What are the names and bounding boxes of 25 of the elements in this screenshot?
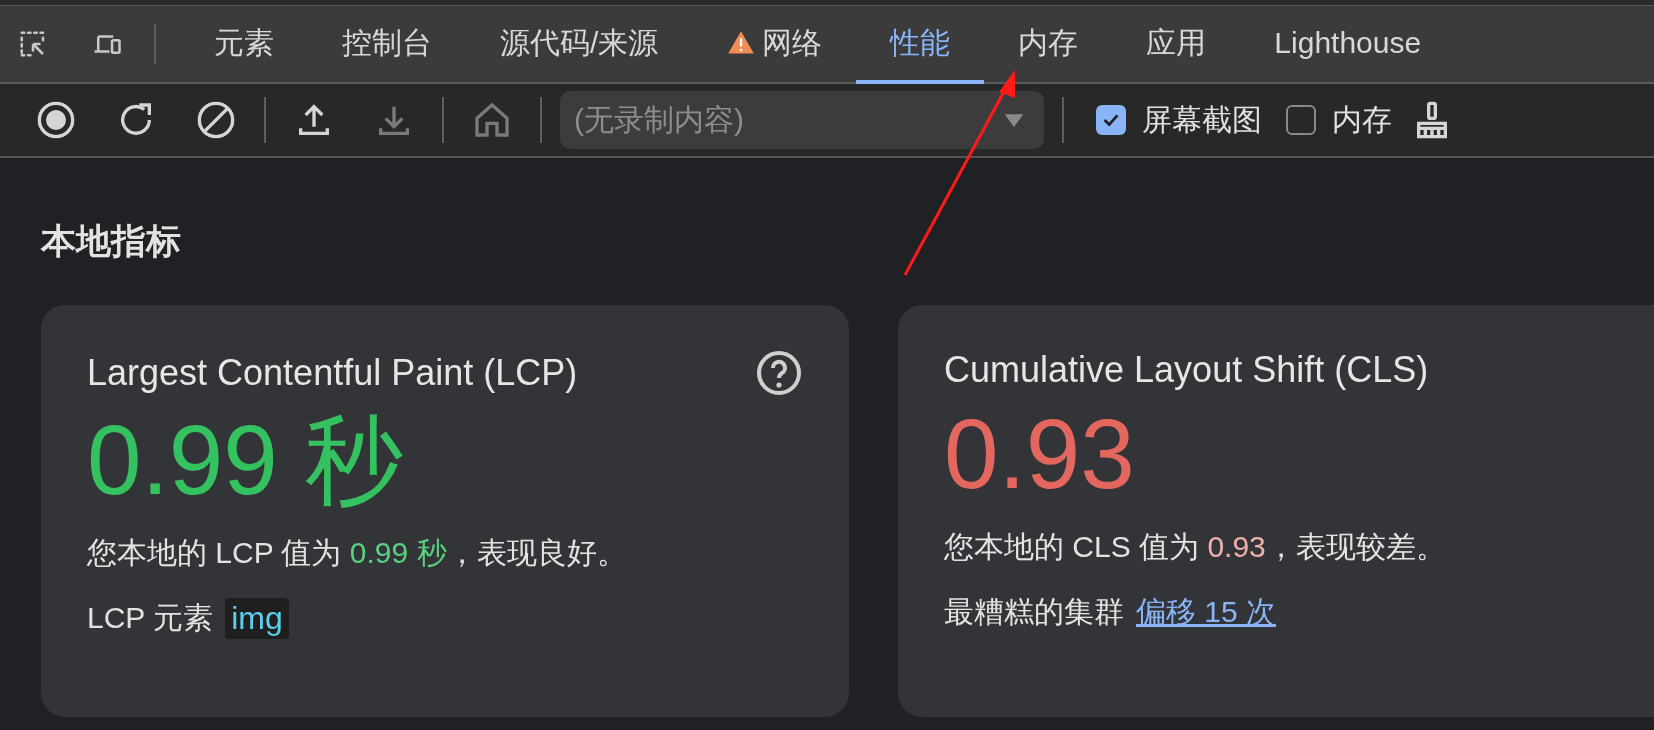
tab[interactable]: 网络 — [692, 6, 857, 84]
tab[interactable]: 控制台 — [308, 6, 466, 84]
section-heading: 本地指标 — [41, 220, 182, 262]
checkbox-label[interactable]: 屏幕截图 — [1142, 99, 1262, 141]
detail-label: LCP 元素 — [87, 599, 214, 636]
detail-label: 最糟糕的集群 — [944, 593, 1124, 630]
card-title: Cumulative Layout Shift (CLS) — [944, 349, 1429, 391]
metric-value: 0.93 — [944, 401, 1136, 509]
tab[interactable]: 内存 — [984, 6, 1113, 84]
tab[interactable]: 应用 — [1112, 6, 1241, 84]
tab[interactable]: 源代码/来源 — [466, 6, 693, 84]
element-tag: img — [225, 597, 289, 639]
metric-value: 0.99 秒 — [87, 407, 404, 515]
checkbox[interactable] — [1286, 105, 1316, 135]
checkbox-label[interactable]: 内存 — [1332, 99, 1392, 141]
checkbox[interactable] — [1096, 105, 1126, 135]
tab[interactable]: 元素 — [180, 6, 308, 84]
tab[interactable]: Lighthouse — [1240, 6, 1456, 84]
shift-link[interactable]: 偏移 15 次 — [1136, 591, 1277, 633]
metric-summary: 您本地的 CLS 值为 0.93，表现较差。 — [944, 528, 1447, 565]
clear-icon — [196, 100, 236, 140]
record-icon — [36, 100, 76, 140]
metric-summary: 您本地的 LCP 值为 0.99 秒，表现良好。 — [87, 534, 628, 571]
home-icon — [472, 100, 512, 140]
card-title: Largest Contentful Paint (LCP) — [87, 352, 578, 394]
